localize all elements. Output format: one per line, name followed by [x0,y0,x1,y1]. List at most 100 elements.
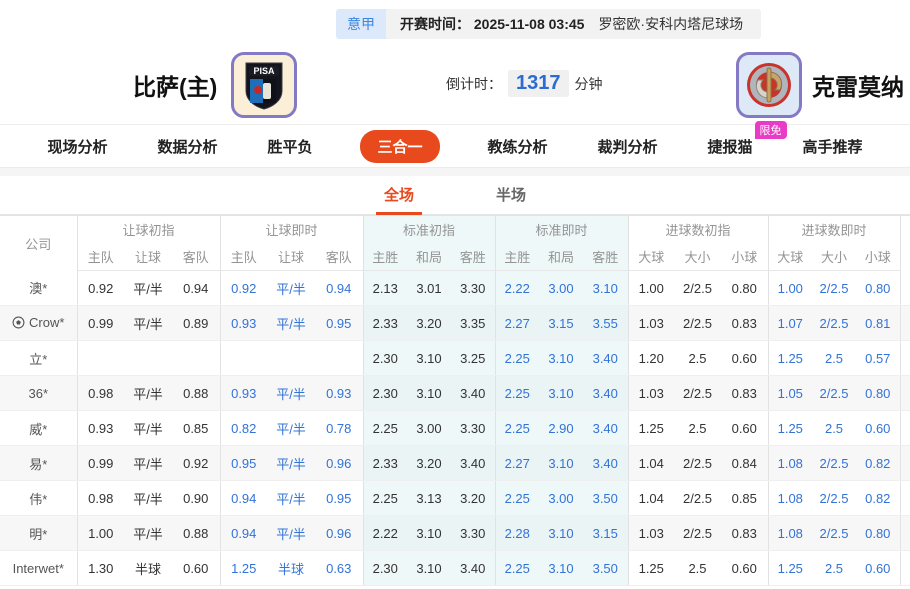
home-team: 比萨(主) PISA [133,51,298,118]
odds-cell: 3.40 [583,445,629,481]
odds-cell: 0.83 [721,305,769,341]
odds-cell: 0.94 [172,270,221,306]
odds-cell: 3.10 [407,340,451,376]
odds-cell: 3.10 [539,550,583,586]
sub-header: 主队 [77,243,124,271]
countdown: 倒计时： 1317 分钟 [446,70,603,97]
odds-cell: 1.03 [628,515,674,551]
countdown-value: 1317 [508,70,569,97]
period-tab-1[interactable]: 全场 [375,177,422,215]
company-cell[interactable]: 易* [0,445,78,481]
company-cell[interactable]: 立* [0,340,78,376]
sub-header: 大小 [674,243,721,271]
odds-cell: 1.25 [768,340,813,376]
odds-cell: 平/半 [124,305,172,341]
odds-cell: 1.08 [768,515,813,551]
odds-cell: 2.27 [495,305,539,341]
sub-header: 大小 [812,243,857,271]
col-group-6: 进球数即时 [768,215,901,244]
nav-tab-4[interactable]: 三合一 [360,129,440,163]
sub-header: 和局 [407,243,451,271]
sub-header: 小球 [856,243,901,271]
nav-tab-2[interactable]: 数据分析 [155,132,219,161]
cutoff-cell [900,270,910,306]
odds-cell: 0.93 [220,375,267,411]
sub-header: 和局 [539,243,583,271]
company-cell[interactable]: 伟* [0,480,78,516]
kickoff-time: 开赛时间： 2025-11-08 03:45 [400,16,585,32]
nav-tab-1[interactable]: 现场分析 [45,132,109,161]
odds-cell: 0.98 [77,375,124,411]
odds-cell: 平/半 [124,445,172,481]
nav-tab-8[interactable]: 高手推荐 [801,132,865,161]
odds-cell: 0.80 [856,270,901,306]
top-info-bar-wrap: 意甲 开赛时间： 2025-11-08 03:45 罗密欧·安科内塔尼球场 [0,0,910,45]
soccer-ball-icon [12,316,25,328]
nav-tab-3[interactable]: 胜平负 [265,132,314,161]
company-cell[interactable]: Crow* [0,305,78,341]
nav-tab-7[interactable]: 捷报猫 限免 [706,120,787,161]
company-name: 威* [29,421,48,437]
company-cell[interactable]: Interwet* [0,550,78,586]
odds-cell: 0.78 [315,410,364,446]
odds-cell: 平/半 [267,515,315,551]
odds-cell: 0.80 [856,375,901,411]
odds-cell: 2/2.5 [674,480,721,516]
odds-cell: 0.88 [172,515,221,551]
odds-cell: 2/2.5 [674,375,721,411]
odds-cell: 1.05 [768,375,813,411]
sub-header: 主队 [220,243,267,271]
odds-cell: 3.20 [407,445,451,481]
odds-cell: 0.88 [172,375,221,411]
odds-cell: 0.83 [721,515,769,551]
odds-cell: 1.00 [77,515,124,551]
nav-tab-5[interactable]: 教练分析 [486,132,550,161]
odds-cell: 0.93 [77,410,124,446]
odds-cell: 2/2.5 [812,515,857,551]
odds-cell: 0.80 [856,515,901,551]
company-cell[interactable]: 澳* [0,270,78,306]
odds-cell: 3.50 [583,550,629,586]
odds-row: 明* 1.00 平/半 0.88 0.94 平/半 0.96 2.22 3.10 3.30 2.28… [0,515,910,551]
odds-cell: 0.93 [220,305,267,341]
odds-cell: 0.60 [856,410,901,446]
odds-cell: 平/半 [124,515,172,551]
sub-header: 客胜 [451,243,496,271]
odds-cell: 0.83 [721,375,769,411]
odds-cell: 3.30 [451,410,496,446]
odds-cell [267,340,315,376]
odds-cell: 0.82 [220,410,267,446]
odds-cell: 3.15 [583,515,629,551]
odds-cell: 3.10 [407,550,451,586]
odds-cell: 2.30 [363,340,407,376]
odds-cell: 1.03 [628,375,674,411]
col-header-company: 公司 [0,215,78,271]
period-tab-2[interactable]: 半场 [488,177,534,215]
company-cell[interactable]: 明* [0,515,78,551]
company-cell[interactable]: 威* [0,410,78,446]
odds-cell: 0.98 [77,480,124,516]
sub-header: 大球 [628,243,674,271]
nav-tab-6[interactable]: 裁判分析 [596,132,660,161]
odds-cell: 2.33 [363,445,407,481]
odds-row: 易* 0.99 平/半 0.92 0.95 平/半 0.96 2.33 3.20 3.40 2.27… [0,445,910,481]
odds-cell: 2/2.5 [812,480,857,516]
odds-cell: 3.20 [407,305,451,341]
odds-cell: 2.5 [812,340,857,376]
odds-cell: 2/2.5 [812,270,857,306]
odds-cell [315,340,364,376]
odds-cell: 2.25 [495,480,539,516]
odds-cell: 2.25 [495,550,539,586]
odds-cell: 1.25 [628,410,674,446]
odds-cell: 3.00 [407,410,451,446]
odds-cell: 0.95 [220,445,267,481]
venue-name: 罗密欧·安科内塔尼球场 [598,16,744,32]
odds-cell: 1.08 [768,445,813,481]
odds-cell: 1.20 [628,340,674,376]
odds-cell: 0.92 [172,445,221,481]
odds-cell: 平/半 [267,410,315,446]
odds-cell: 平/半 [267,270,315,306]
odds-cell: 1.25 [768,410,813,446]
odds-cell: 平/半 [267,375,315,411]
company-cell[interactable]: 36* [0,375,78,411]
